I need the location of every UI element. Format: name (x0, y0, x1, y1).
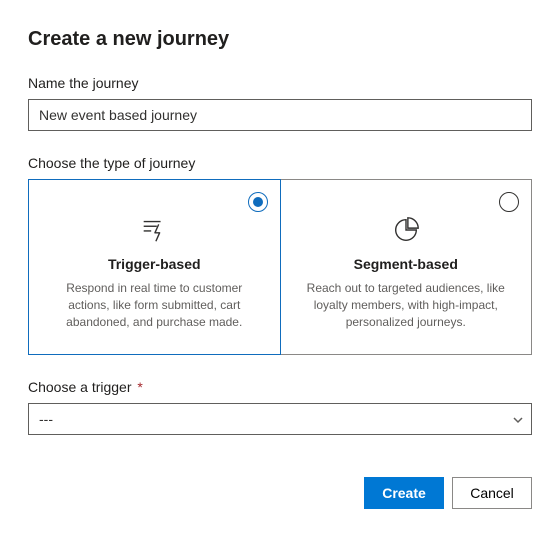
page-title: Create a new journey (28, 28, 532, 51)
cancel-button[interactable]: Cancel (452, 477, 532, 509)
trigger-select[interactable] (28, 403, 532, 435)
dialog-footer: Create Cancel (28, 477, 532, 509)
option-title: Trigger-based (49, 256, 260, 272)
journey-name-input[interactable] (28, 99, 532, 131)
name-field-section: Name the journey (28, 75, 532, 131)
required-asterisk: * (137, 379, 142, 395)
option-title: Segment-based (301, 256, 512, 272)
type-field-section: Choose the type of journey Trigger-based… (28, 155, 532, 355)
option-trigger-based[interactable]: Trigger-based Respond in real time to cu… (28, 179, 281, 355)
option-description: Reach out to targeted audiences, like lo… (301, 280, 512, 330)
create-button[interactable]: Create (364, 477, 444, 509)
option-description: Respond in real time to customer actions… (49, 280, 260, 330)
radio-indicator (248, 192, 268, 212)
segment-icon (390, 214, 422, 246)
type-options-row: Trigger-based Respond in real time to cu… (28, 179, 532, 355)
radio-indicator (499, 192, 519, 212)
trigger-label-text: Choose a trigger (28, 379, 132, 395)
name-field-label: Name the journey (28, 75, 532, 91)
type-field-label: Choose the type of journey (28, 155, 532, 171)
trigger-field-section: Choose a trigger * (28, 379, 532, 435)
trigger-icon (138, 214, 170, 246)
option-segment-based[interactable]: Segment-based Reach out to targeted audi… (280, 179, 533, 355)
trigger-field-label: Choose a trigger * (28, 379, 532, 395)
